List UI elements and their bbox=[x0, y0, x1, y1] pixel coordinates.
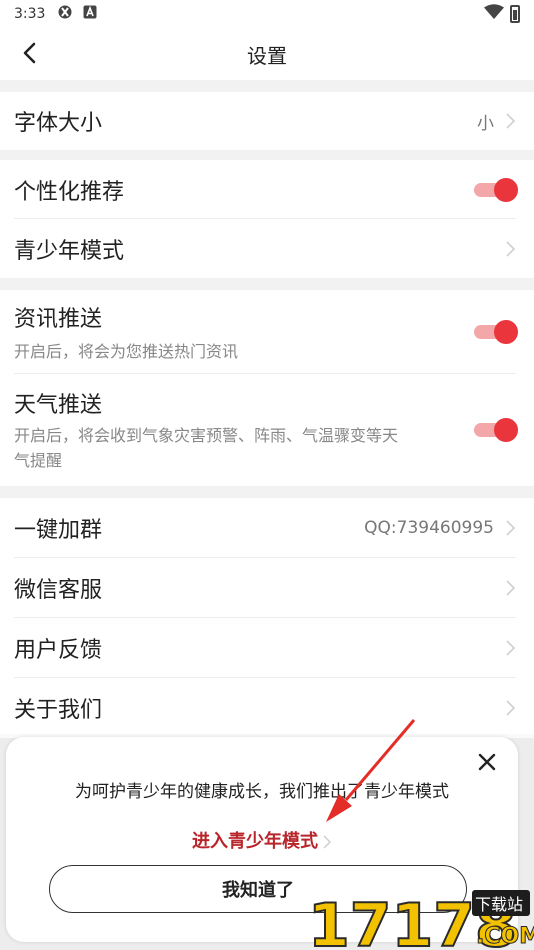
chevron-right-icon bbox=[506, 520, 516, 536]
personalized-right bbox=[474, 177, 518, 202]
youth-mode-right bbox=[504, 240, 516, 258]
group-contact: 一键加群 QQ:739460995 微信客服 用户反馈 关于我们 bbox=[0, 498, 534, 738]
header: 设置 bbox=[0, 28, 534, 80]
feedback-row[interactable]: 用户反馈 bbox=[0, 618, 534, 678]
weather-push-right bbox=[474, 418, 518, 442]
personalized-label: 个性化推荐 bbox=[14, 179, 125, 205]
about-label: 关于我们 bbox=[14, 698, 103, 723]
dialog-message: 为呵护青少年的健康成长，我们推出了青少年模式 bbox=[75, 782, 449, 802]
news-push-row: 资讯推送 开启后，将会为您推送热门资讯 bbox=[0, 290, 534, 374]
watermark-logo: 17178 下载站 .COM bbox=[306, 880, 534, 950]
page-title: 设置 bbox=[247, 43, 287, 68]
svg-text:.COM: .COM bbox=[476, 924, 534, 949]
font-size-right: 小 bbox=[477, 109, 516, 134]
battery-icon bbox=[510, 5, 520, 23]
personalized-toggle[interactable] bbox=[474, 177, 518, 202]
weather-push-label: 天气推送 bbox=[14, 393, 103, 418]
about-right bbox=[504, 699, 516, 717]
feedback-label: 用户反馈 bbox=[14, 638, 103, 663]
font-size-row[interactable]: 字体大小 小 bbox=[0, 92, 534, 150]
wechat-service-right bbox=[504, 579, 516, 597]
youth-mode-label: 青少年模式 bbox=[14, 238, 125, 264]
news-push-toggle[interactable] bbox=[474, 320, 518, 344]
news-push-right bbox=[474, 320, 518, 344]
chevron-right-icon bbox=[506, 700, 516, 716]
chevron-right-icon bbox=[323, 835, 332, 849]
personalized-row: 个性化推荐 bbox=[0, 160, 534, 219]
youth-mode-row[interactable]: 青少年模式 bbox=[0, 219, 534, 278]
wechat-service-label: 微信客服 bbox=[14, 578, 103, 603]
group-font: 字体大小 小 bbox=[0, 92, 534, 150]
svg-text:下载站: 下载站 bbox=[475, 895, 523, 914]
status-bar: 3:33 bbox=[0, 0, 534, 28]
close-icon[interactable] bbox=[476, 751, 498, 773]
font-size-value: 小 bbox=[477, 113, 494, 134]
app-notification-icon bbox=[57, 4, 73, 24]
weather-push-row: 天气推送 开启后，将会收到气象灾害预警、阵雨、气温骤变等天 气提醒 bbox=[0, 374, 534, 486]
enter-youth-mode-link[interactable]: 进入青少年模式 bbox=[6, 827, 518, 853]
weather-push-text: 天气推送 开启后，将会收到气象灾害预警、阵雨、气温骤变等天 气提醒 bbox=[14, 387, 398, 473]
news-push-desc: 开启后，将会为您推送热门资讯 bbox=[14, 341, 239, 361]
news-push-text: 资讯推送 开启后，将会为您推送热门资讯 bbox=[14, 301, 238, 364]
chevron-right-icon bbox=[506, 580, 516, 596]
about-row[interactable]: 关于我们 bbox=[0, 678, 534, 738]
enter-youth-mode-label: 进入青少年模式 bbox=[192, 831, 318, 852]
chevron-right-icon bbox=[506, 113, 516, 129]
chevron-right-icon bbox=[506, 240, 516, 257]
chevron-right-icon bbox=[506, 640, 516, 656]
weather-push-toggle[interactable] bbox=[474, 418, 518, 442]
join-group-label: 一键加群 bbox=[14, 518, 103, 543]
weather-push-desc-1: 开启后，将会收到气象灾害预警、阵雨、气温骤变等天 bbox=[14, 426, 399, 445]
wechat-service-row[interactable]: 微信客服 bbox=[0, 558, 534, 618]
join-group-row[interactable]: 一键加群 QQ:739460995 bbox=[0, 498, 534, 558]
group-push: 资讯推送 开启后，将会为您推送热门资讯 天气推送 开启后，将会收到气象灾害预警、… bbox=[0, 290, 534, 486]
back-icon[interactable] bbox=[18, 40, 44, 66]
news-push-label: 资讯推送 bbox=[14, 306, 103, 332]
a-notification-icon bbox=[83, 5, 97, 23]
weather-push-desc-2: 气提醒 bbox=[14, 451, 63, 470]
join-group-value: QQ:739460995 bbox=[364, 518, 494, 538]
join-group-right: QQ:739460995 bbox=[364, 518, 516, 538]
feedback-right bbox=[504, 639, 516, 657]
group-recommend: 个性化推荐 青少年模式 bbox=[0, 160, 534, 278]
status-right bbox=[484, 4, 520, 24]
status-time: 3:33 bbox=[14, 6, 46, 22]
font-size-label: 字体大小 bbox=[14, 111, 103, 136]
wifi-icon bbox=[484, 4, 504, 24]
